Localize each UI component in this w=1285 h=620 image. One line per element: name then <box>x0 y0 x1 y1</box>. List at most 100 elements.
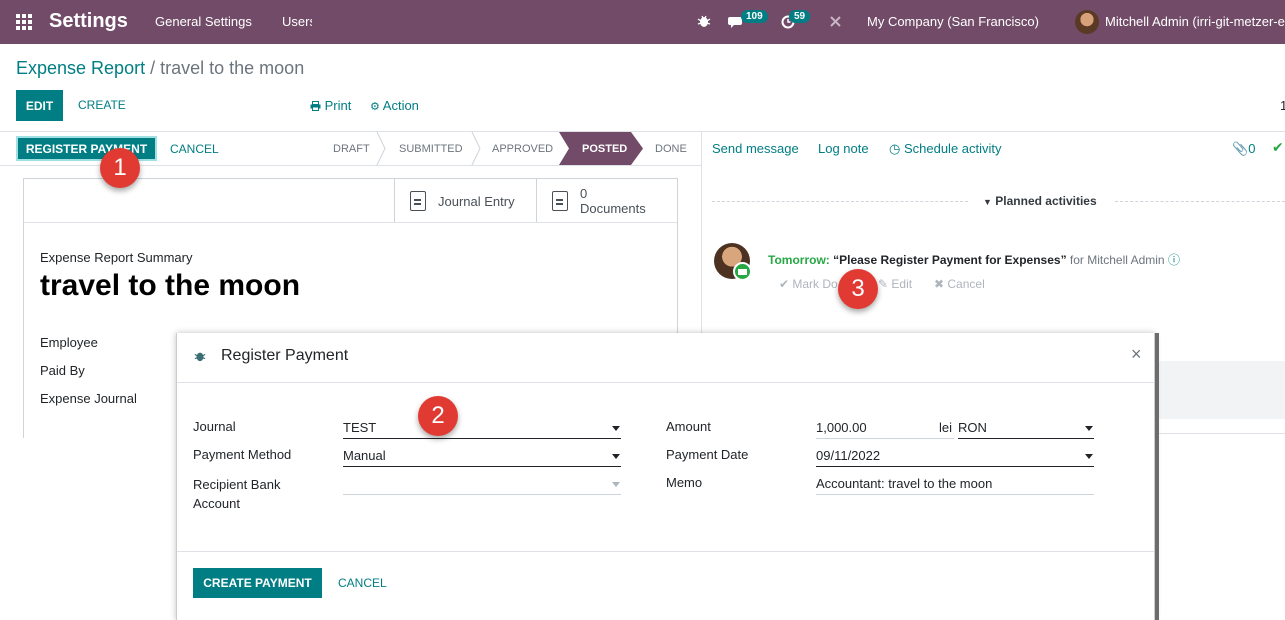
chevron-down-icon[interactable] <box>612 454 620 459</box>
report-title: travel to the moon <box>40 269 301 302</box>
cancel-activity-button[interactable]: ✖ Cancel <box>934 277 985 291</box>
field-underline <box>816 494 1094 495</box>
stage-separator <box>471 132 481 165</box>
debug-bug-icon[interactable] <box>194 350 206 362</box>
summary-label: Expense Report Summary <box>40 250 193 265</box>
divider <box>712 201 968 202</box>
payment-date-label: Payment Date <box>666 447 749 462</box>
stage-posted[interactable]: POSTED <box>582 132 627 165</box>
schedule-activity-button[interactable]: ◷ Schedule activity <box>889 141 1002 157</box>
documents-count: 0 <box>580 186 588 201</box>
mark-done-label: Mark Do <box>792 277 838 291</box>
document-icon <box>410 191 426 211</box>
chevron-down-icon[interactable] <box>612 426 620 431</box>
expense-journal-label: Expense Journal <box>40 391 137 406</box>
cancel-report-button[interactable]: CANCEL <box>170 142 219 156</box>
documents-label: Documents <box>580 201 646 216</box>
company-switcher[interactable]: My Company (San Francisco) <box>867 14 1039 29</box>
divider <box>177 551 1154 552</box>
callout-step-1: 1 <box>100 148 140 188</box>
activity-email-icon <box>733 262 752 281</box>
journal-label: Journal <box>193 419 236 434</box>
background-panel <box>1159 361 1285 419</box>
debug-bug-icon[interactable] <box>697 14 711 28</box>
breadcrumb-current: travel to the moon <box>160 58 305 78</box>
dialog-edge <box>1155 333 1159 620</box>
amount-input[interactable]: 1,000.00 <box>816 420 867 435</box>
memo-input[interactable]: Accountant: travel to the moon <box>816 476 992 491</box>
activity-assignee: for Mitchell Admin <box>1069 253 1165 267</box>
paperclip-icon: 📎 <box>1232 141 1249 156</box>
edit-activity-button[interactable]: ✎ Edit <box>878 277 912 291</box>
field-underline <box>343 438 621 439</box>
journal-entry-smart-button[interactable]: Journal Entry <box>394 179 536 223</box>
info-icon[interactable]: ⓘ <box>1168 253 1180 267</box>
gear-icon: ⚙ <box>370 101 380 113</box>
edit-button[interactable]: EDIT <box>16 90 63 121</box>
chevron-down-icon[interactable] <box>1085 454 1093 459</box>
top-navbar: Settings General Settings Users 109 59 M… <box>0 0 1285 44</box>
print-label: Print <box>324 98 352 113</box>
tools-icon[interactable] <box>829 15 842 28</box>
stage-submitted[interactable]: SUBMITTED <box>399 132 463 165</box>
documents-smart-button[interactable]: 0 Documents <box>536 179 678 223</box>
recipient-bank-label-line1: Recipient Bank <box>193 477 281 492</box>
mark-done-button[interactable]: ✔ Mark Do <box>779 277 838 291</box>
edit-activity-label: Edit <box>891 277 913 291</box>
attachments-button[interactable]: 📎0 <box>1232 141 1255 157</box>
field-underline <box>816 466 1094 467</box>
breadcrumb-separator: / <box>150 58 156 78</box>
action-label: Action <box>382 98 419 113</box>
print-menu[interactable]: Print <box>310 98 351 113</box>
chevron-down-icon[interactable] <box>612 482 620 487</box>
user-menu[interactable]: Mitchell Admin (irri-git-metzer-e <box>1105 14 1285 29</box>
pager-value[interactable]: 1 <box>1280 98 1285 113</box>
recipient-bank-label: Recipient Bank Account <box>193 475 280 513</box>
currency-symbol: lei <box>939 420 953 435</box>
divider <box>701 131 702 336</box>
journal-select[interactable]: TEST <box>343 420 376 435</box>
app-menu-icon[interactable] <box>16 14 34 30</box>
cancel-activity-label: Cancel <box>947 277 985 291</box>
dialog-title: Register Payment <box>221 347 349 364</box>
activity-line: Tomorrow: “Please Register Payment for E… <box>768 251 1180 268</box>
attachments-count: 0 <box>1248 141 1256 156</box>
currency-select[interactable]: RON <box>958 420 987 435</box>
field-underline <box>816 438 954 439</box>
field-underline <box>343 466 621 467</box>
amount-label: Amount <box>666 419 711 434</box>
menu-users[interactable]: Users <box>282 14 312 29</box>
create-payment-button[interactable]: CREATE PAYMENT <box>193 568 322 598</box>
log-note-button[interactable]: Log note <box>818 141 869 156</box>
recipient-bank-select[interactable] <box>343 494 621 495</box>
employee-label: Employee <box>40 335 98 350</box>
chevron-down-icon[interactable] <box>1085 426 1093 431</box>
stage-approved[interactable]: APPROVED <box>492 132 553 165</box>
clock-icon: ◷ <box>889 141 901 156</box>
messages-count-badge: 109 <box>741 10 768 23</box>
stage-done[interactable]: DONE <box>655 132 687 165</box>
document-icon <box>552 191 568 211</box>
cancel-dialog-button[interactable]: CANCEL <box>338 576 387 590</box>
create-button[interactable]: CREATE <box>78 98 126 112</box>
payment-method-label: Payment Method <box>193 447 292 462</box>
divider <box>1159 433 1285 434</box>
user-avatar[interactable] <box>1075 10 1099 34</box>
divider <box>24 222 677 223</box>
journal-entry-label: Journal Entry <box>438 193 515 209</box>
close-icon[interactable]: × <box>1131 344 1142 365</box>
menu-general-settings[interactable]: General Settings <box>155 14 252 29</box>
action-menu[interactable]: ⚙ Action <box>370 98 419 113</box>
send-message-button[interactable]: Send message <box>712 141 799 156</box>
payment-date-input[interactable]: 09/11/2022 <box>816 448 880 463</box>
payment-method-select[interactable]: Manual <box>343 448 386 463</box>
breadcrumb-expense-report[interactable]: Expense Report <box>16 58 145 78</box>
documents-text: 0 Documents <box>580 186 646 216</box>
stage-draft[interactable]: DRAFT <box>333 132 370 165</box>
follow-check-icon[interactable]: ✔ <box>1272 139 1284 156</box>
planned-activities-toggle[interactable]: ▼ Planned activities <box>983 194 1097 208</box>
activity-actions: ✔ Mark Do ✎ Edit ✖ Cancel <box>779 277 985 291</box>
callout-step-2: 2 <box>418 396 458 436</box>
activities-count-badge: 59 <box>789 10 811 23</box>
memo-label: Memo <box>666 475 703 490</box>
